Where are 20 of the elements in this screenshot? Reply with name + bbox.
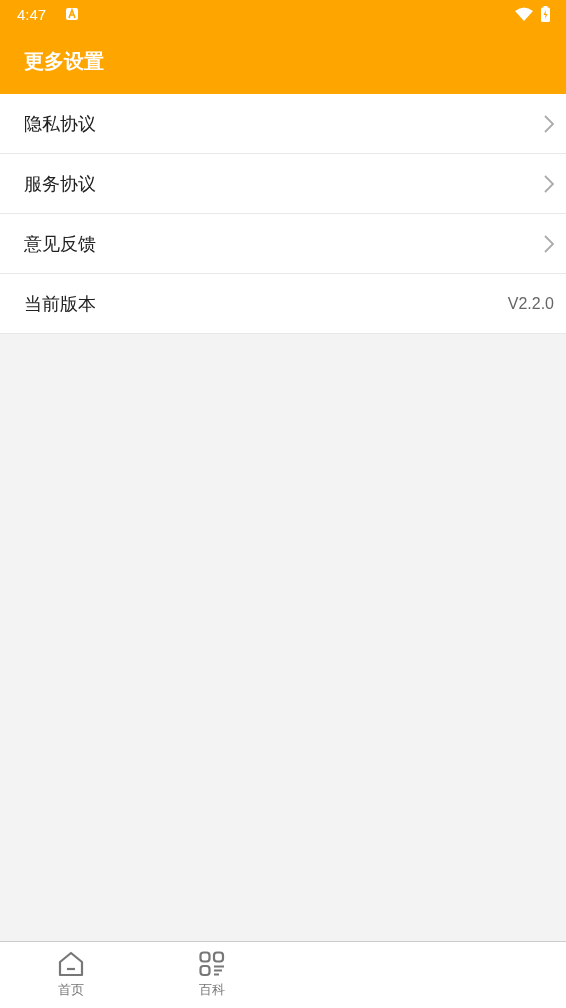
row-label: 服务协议 [24, 171, 96, 196]
chevron-icon [544, 234, 554, 253]
tab[interactable]: 百科 [141, 942, 282, 1008]
status-time: 4:47 [17, 5, 47, 23]
tab[interactable]: 首页 [0, 942, 141, 1008]
settings-row[interactable]: 服务协议 [0, 154, 566, 214]
battery-icon [541, 6, 550, 22]
row-label: 隐私协议 [24, 111, 96, 136]
grid-icon [198, 951, 225, 977]
settings-row[interactable]: 隐私协议 [0, 94, 566, 154]
version-value: V2.2.0 [507, 294, 554, 313]
row-label: 当前版本 [24, 291, 96, 316]
chevron-icon [544, 174, 554, 193]
home-icon [57, 951, 84, 977]
wifi-icon [515, 7, 533, 21]
row-label: 意见反馈 [24, 231, 96, 256]
settings-row[interactable]: 意见反馈 [0, 214, 566, 274]
notification-icon [66, 8, 79, 20]
page-title: 更多设置 [24, 47, 104, 75]
chevron-icon [544, 114, 554, 133]
